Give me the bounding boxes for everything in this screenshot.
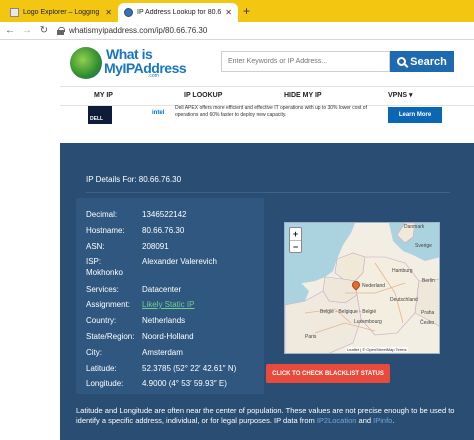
value-hostname: 80.66.76.30 xyxy=(142,226,185,235)
disclaimer-text: Latitude and Longitude are often near th… xyxy=(76,406,455,425)
ad-text: Dell APEX offers more efficient and effe… xyxy=(175,105,367,118)
label-services: Services: xyxy=(86,285,119,294)
value-services: Datacenter xyxy=(142,285,182,294)
forward-arrow-icon[interactable]: → xyxy=(20,25,34,36)
reload-icon[interactable]: ↻ xyxy=(37,25,51,36)
label-city: City: xyxy=(86,348,102,357)
assignment-link[interactable]: Likely Static IP xyxy=(142,300,194,309)
tab-title: Logo Explorer – Logging – jmin xyxy=(23,9,101,16)
browser-toolbar: ← → ↻ whatismyipaddress.com/ip/80.66.76.… xyxy=(0,22,474,40)
tab-title: IP Address Lookup for 80.66.76.30 xyxy=(137,9,222,16)
logo-globe-icon[interactable] xyxy=(70,47,102,79)
map-label-danmark: Danmark xyxy=(404,224,425,230)
value-longitude: 4.9000 (4° 53′ 59.93″ E) xyxy=(142,379,227,388)
ad-intel-logo: intel xyxy=(152,110,165,116)
map-label-deutschland: Deutschland xyxy=(390,297,418,303)
map-label-hamburg: Hamburg xyxy=(392,268,413,274)
disclaimer-end: . xyxy=(392,416,395,425)
logo-text-com: .com xyxy=(148,73,159,79)
value-latitude: 52.3785 (52° 22′ 42.61″ N) xyxy=(142,364,237,373)
label-latitude: Latitude: xyxy=(86,364,117,373)
label-isp: ISP: xyxy=(86,257,102,266)
map-label-cesko: Česko xyxy=(420,320,435,326)
value-asn: 208091 xyxy=(142,242,169,251)
label-hostname: Hostname: xyxy=(86,226,125,235)
address-bar[interactable]: whatismyipaddress.com/ip/80.66.76.30 xyxy=(69,26,207,35)
logo-text-bottom[interactable]: MyIPAddress xyxy=(104,60,187,76)
map-label-sverige: Sverige xyxy=(415,243,432,249)
search-button[interactable]: Search xyxy=(390,51,454,72)
map-attribution[interactable]: Leaflet | © OpenStreetMap Terms xyxy=(346,347,408,352)
map-label-paris: Paris xyxy=(305,334,317,340)
map-label-belgie: België - Belgique - België xyxy=(320,309,377,315)
lock-icon[interactable] xyxy=(57,26,65,35)
search-button-label: Search xyxy=(410,55,447,68)
divider xyxy=(86,192,450,193)
zoom-out-button[interactable]: − xyxy=(290,241,301,253)
ad-dell-logo: DELL xyxy=(88,106,112,124)
disclaimer-and: and xyxy=(356,416,374,425)
nav-vpns[interactable]: VPNS ▾ xyxy=(388,86,413,106)
label-longitude: Longitude: xyxy=(86,379,124,388)
ipinfo-link[interactable]: IPinfo xyxy=(373,416,392,425)
map-label-berlin: Berlin xyxy=(422,278,435,284)
ad-learn-more-button[interactable]: Learn More xyxy=(388,107,442,123)
map-label-praha: Praha xyxy=(421,310,435,316)
globe-icon xyxy=(124,8,133,17)
label-decimal: Decimal: xyxy=(86,210,118,219)
map-label-luxembourg: Luxembourg xyxy=(354,319,382,325)
search-input[interactable] xyxy=(221,51,390,72)
search-icon xyxy=(397,57,407,66)
zoom-in-button[interactable]: + xyxy=(290,228,301,240)
nav-hide-my-ip[interactable]: HIDE MY IP xyxy=(284,86,322,106)
map-label-nederland: Nederland xyxy=(362,283,386,289)
tab-ip-lookup[interactable]: IP Address Lookup for 80.66.76.30 ✕ xyxy=(118,3,238,22)
value-country: Netherlands xyxy=(142,316,186,325)
value-city: Amsterdam xyxy=(142,348,183,357)
value-state-region: Noord-Holland xyxy=(142,332,194,341)
document-icon xyxy=(10,8,19,17)
tab-logo-explorer[interactable]: Logo Explorer – Logging – jmin ✕ xyxy=(4,3,118,22)
value-isp-continued: Mokhonko xyxy=(86,268,123,277)
value-decimal: 1346522142 xyxy=(142,210,187,219)
label-assignment: Assignment: xyxy=(86,300,131,309)
map-zoom-control: + − xyxy=(289,227,302,253)
value-isp: Alexander Valerevich xyxy=(142,257,218,266)
close-tab-icon[interactable]: ✕ xyxy=(105,8,112,17)
close-tab-icon[interactable]: ✕ xyxy=(225,8,232,17)
new-tab-button[interactable]: + xyxy=(243,4,250,18)
ip-details-title: IP Details For: 80.66.76.30 xyxy=(86,175,182,184)
ip2location-link[interactable]: IP2Location xyxy=(317,416,357,425)
back-arrow-icon[interactable]: ← xyxy=(3,25,17,36)
blacklist-check-button[interactable]: CLICK TO CHECK BLACKLIST STATUS xyxy=(266,364,390,383)
location-disclaimer: Latitude and Longitude are often near th… xyxy=(76,406,456,426)
label-asn: ASN: xyxy=(86,242,105,251)
label-state-region: State/Region: xyxy=(86,332,135,341)
nav-ip-lookup[interactable]: IP LOOKUP xyxy=(184,86,222,106)
nav-my-ip[interactable]: MY IP xyxy=(94,86,113,106)
label-country: Country: xyxy=(86,316,117,325)
